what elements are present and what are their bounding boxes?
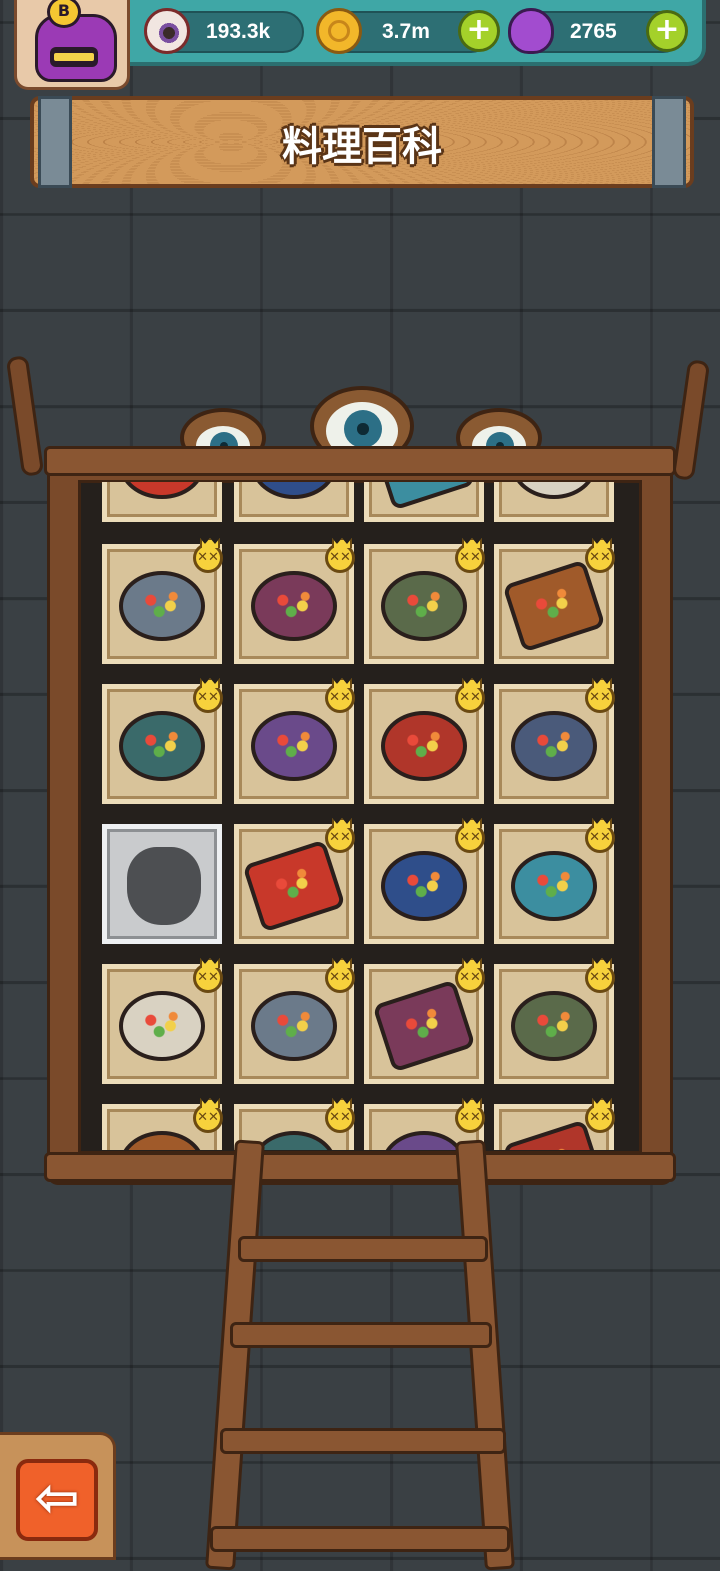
recipe-tile-locked[interactable] [102, 824, 222, 944]
resource-bar: 193.3k 3.7m + 2765 + [110, 0, 706, 66]
crown-badge-icon: ✕✕ [585, 543, 615, 573]
dish-icon [372, 482, 476, 511]
crown-badge-icon: ✕✕ [325, 963, 355, 993]
monster-face-icon [35, 14, 117, 82]
recipe-tile[interactable]: ✕✕ [102, 1103, 223, 1150]
dish-icon [119, 482, 205, 499]
crown-badge-icon: ✕✕ [585, 963, 615, 993]
ladder-rung [238, 1236, 488, 1262]
crown-badge-icon: ✕✕ [325, 683, 355, 713]
dish-icon [242, 839, 346, 933]
crown-badge-icon: ✕✕ [455, 1103, 485, 1133]
eyeball-count: 193.3k [206, 20, 271, 43]
dish-icon [502, 559, 606, 653]
recipe-tile[interactable] [102, 482, 222, 522]
ladder-rung [210, 1526, 510, 1552]
back-button-panel: ⇦ [0, 1432, 116, 1560]
title-plank: 料理百科 [30, 96, 694, 188]
add-coins-button[interactable]: + [458, 10, 500, 52]
ladder-rail-right [455, 1139, 515, 1571]
potion-icon [508, 8, 554, 54]
crown-badge-icon: ✕✕ [193, 963, 223, 993]
add-potions-button[interactable]: + [646, 10, 688, 52]
ladder-rail-left [205, 1139, 265, 1571]
shelf-top-beam [44, 446, 676, 476]
dish-icon [381, 711, 467, 781]
dish-icon [251, 482, 337, 499]
ladder-rung [230, 1322, 492, 1348]
recipe-tile[interactable]: ✕✕ [364, 963, 485, 1084]
crown-badge-icon: ✕✕ [325, 1103, 355, 1133]
recipe-tile[interactable]: ✕✕ [494, 683, 615, 804]
dish-icon [381, 851, 467, 921]
potion-count: 2765 [570, 20, 617, 43]
dish-icon [251, 711, 337, 781]
recipe-grid: ✕✕ ✕✕ ✕✕ ✕✕ ✕✕ ✕✕ ✕✕ ✕✕ ✕✕ ✕✕ ✕✕ ✕✕ ✕✕ ✕✕ ✕✕ ✕✕ ✕✕ ✕✕ ✕✕ [102, 482, 618, 1150]
crown-badge-icon: ✕✕ [325, 823, 355, 853]
dish-icon [511, 851, 597, 921]
dish-icon [511, 991, 597, 1061]
recipe-tile[interactable]: ✕✕ [234, 543, 355, 664]
crown-badge-icon: ✕✕ [585, 1103, 615, 1133]
dish-icon [381, 1131, 467, 1150]
crown-badge-icon: ✕✕ [455, 543, 485, 573]
dish-icon [381, 571, 467, 641]
recipe-tile[interactable]: ✕✕ [494, 963, 615, 1084]
back-arrow-icon: ⇦ [34, 1466, 80, 1529]
dish-icon [511, 711, 597, 781]
recipe-tile[interactable] [364, 482, 484, 522]
recipe-tile[interactable]: ✕✕ [364, 543, 485, 664]
crown-badge-icon: ✕✕ [455, 823, 485, 853]
recipe-tile[interactable] [494, 482, 614, 522]
gold-coin-icon [316, 8, 362, 54]
dish-icon [251, 991, 337, 1061]
recipe-tile[interactable]: ✕✕ [494, 1103, 615, 1150]
ladder-rung [220, 1428, 506, 1454]
recipe-tile[interactable]: ✕✕ [102, 683, 223, 804]
shelf-bottom-beam [44, 1152, 676, 1182]
dish-icon [372, 979, 476, 1073]
player-avatar[interactable]: B [14, 0, 130, 90]
recipe-tile[interactable]: ✕✕ [234, 823, 355, 944]
recipe-tile[interactable]: ✕✕ [494, 823, 615, 944]
back-button[interactable]: ⇦ [16, 1459, 98, 1541]
crown-badge-icon: ✕✕ [193, 1103, 223, 1133]
dish-icon [119, 571, 205, 641]
recipe-tile[interactable]: ✕✕ [364, 823, 485, 944]
crown-badge-icon: ✕✕ [193, 543, 223, 573]
crown-badge-icon: ✕✕ [193, 683, 223, 713]
monster-arm-left [5, 355, 45, 477]
crown-badge-icon: ✕✕ [325, 543, 355, 573]
eyeball-icon [144, 8, 190, 54]
dish-icon [119, 991, 205, 1061]
recipe-tile[interactable]: ✕✕ [234, 963, 355, 1084]
recipe-tile[interactable]: ✕✕ [102, 543, 223, 664]
recipe-tile[interactable] [234, 482, 354, 522]
dish-icon [119, 711, 205, 781]
crown-badge-icon: ✕✕ [585, 823, 615, 853]
monster-arm-right [671, 359, 711, 481]
recipe-tile[interactable]: ✕✕ [234, 683, 355, 804]
crown-badge-icon: ✕✕ [585, 683, 615, 713]
dish-icon [251, 571, 337, 641]
crown-badge-icon: ✕✕ [455, 963, 485, 993]
coin-count: 3.7m [382, 20, 430, 43]
crown-badge-icon: ✕✕ [455, 683, 485, 713]
dish-icon [119, 1131, 205, 1150]
dish-icon [511, 482, 597, 499]
recipe-tile[interactable]: ✕✕ [364, 683, 485, 804]
locked-dish-silhouette-icon [127, 847, 201, 925]
recipe-tile[interactable]: ✕✕ [102, 963, 223, 1084]
recipe-tile[interactable]: ✕✕ [494, 543, 615, 664]
page-title: 料理百科 [282, 124, 442, 170]
